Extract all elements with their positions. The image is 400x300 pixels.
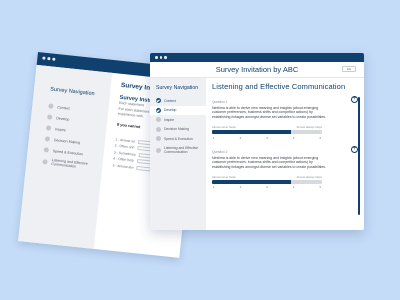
rating-option[interactable]: 2 <box>240 136 242 140</box>
sidebar-title: Survey Navigation <box>156 85 199 91</box>
question-card: Question 1 Neelima is able to derive new… <box>212 96 358 140</box>
language-select[interactable]: EN <box>342 66 356 72</box>
window-titlebar <box>150 53 364 62</box>
rating-slider[interactable] <box>212 130 322 135</box>
question-text: Neelima is able to derive new meaning an… <box>212 155 327 169</box>
step-dot-icon <box>48 103 54 109</box>
scale-high-label: Almost always helps <box>296 174 322 179</box>
step-dot-icon <box>45 125 52 131</box>
scale-endpoints: Almost never helps Almost always helps <box>212 125 322 129</box>
question-number: Question 2 <box>212 149 228 154</box>
rating-option[interactable]: 2 <box>240 185 242 189</box>
sidebar-item-speed-execution[interactable]: Speed & Execution <box>150 134 206 144</box>
step-dot-icon <box>44 136 51 142</box>
rating-option[interactable]: 4 <box>293 136 295 140</box>
step-dot-icon <box>47 114 53 120</box>
scale-low-label: Almost never helps <box>212 174 236 179</box>
check-icon <box>156 98 161 104</box>
rating-option[interactable]: 5 <box>319 185 321 189</box>
rating-slider-fill <box>212 130 292 135</box>
sidebar-title: Survey Navigation <box>49 86 95 98</box>
scale-endpoints: Almost never helps Almost always helps <box>212 175 322 179</box>
check-icon <box>156 107 161 113</box>
rating-slider-fill <box>212 179 292 184</box>
rating-scale: 1 2 3 4 5 <box>212 185 322 189</box>
question-number: Question 1 <box>212 100 228 104</box>
window-controls[interactable] <box>42 56 56 61</box>
scale-low-label: Almost never helps <box>212 125 236 130</box>
step-dot-icon <box>42 158 48 165</box>
rating-option[interactable]: 5 <box>319 136 321 140</box>
survey-sidebar: Survey Navigation Context Develop Inspir… <box>18 64 113 249</box>
sidebar-item-context[interactable]: Context <box>150 96 206 106</box>
question-card: Question 2 Neelima is able to derive new… <box>212 145 358 189</box>
page-title: Survey Invitation by ABC <box>215 65 299 74</box>
step-dot-icon <box>43 147 50 153</box>
step-dot-icon <box>156 126 161 132</box>
sidebar-item-decision-making[interactable]: Decision Making <box>150 125 206 135</box>
rating-slider[interactable] <box>212 179 322 184</box>
rating-option[interactable]: 1 <box>213 136 215 140</box>
rating-option[interactable]: 3 <box>266 185 268 189</box>
survey-header: Survey Invitation by ABC EN <box>150 62 364 78</box>
question-text: Neelima is able to derive new meaning an… <box>212 106 327 119</box>
sidebar-item-listening[interactable]: Listening and Effective Communication <box>150 144 206 157</box>
scrollbar[interactable] <box>358 97 360 215</box>
add-comment-button[interactable]: + <box>351 96 358 103</box>
rating-option[interactable]: 1 <box>213 185 215 189</box>
scale-high-label: Almost always helps <box>296 125 322 130</box>
window-controls[interactable] <box>155 56 167 59</box>
rating-option[interactable]: 3 <box>266 136 268 140</box>
survey-window: Survey Invitation by ABC EN Survey Navig… <box>150 53 364 230</box>
rating-option[interactable]: 4 <box>293 185 295 189</box>
section-title: Listening and Effective Communication <box>212 82 346 91</box>
rating-scale: 1 2 3 4 5 <box>212 136 322 140</box>
step-dot-icon <box>156 147 161 153</box>
step-dot-icon <box>156 136 161 142</box>
sidebar-item-develop[interactable]: Develop <box>150 105 206 115</box>
add-comment-button[interactable]: + <box>351 145 358 153</box>
question-panel: Listening and Effective Communication Qu… <box>212 78 358 230</box>
step-dot-icon <box>156 117 161 123</box>
sidebar-item-inspire[interactable]: Inspire <box>150 115 206 125</box>
survey-sidebar: Survey Navigation Context Develop Inspir… <box>150 78 206 230</box>
